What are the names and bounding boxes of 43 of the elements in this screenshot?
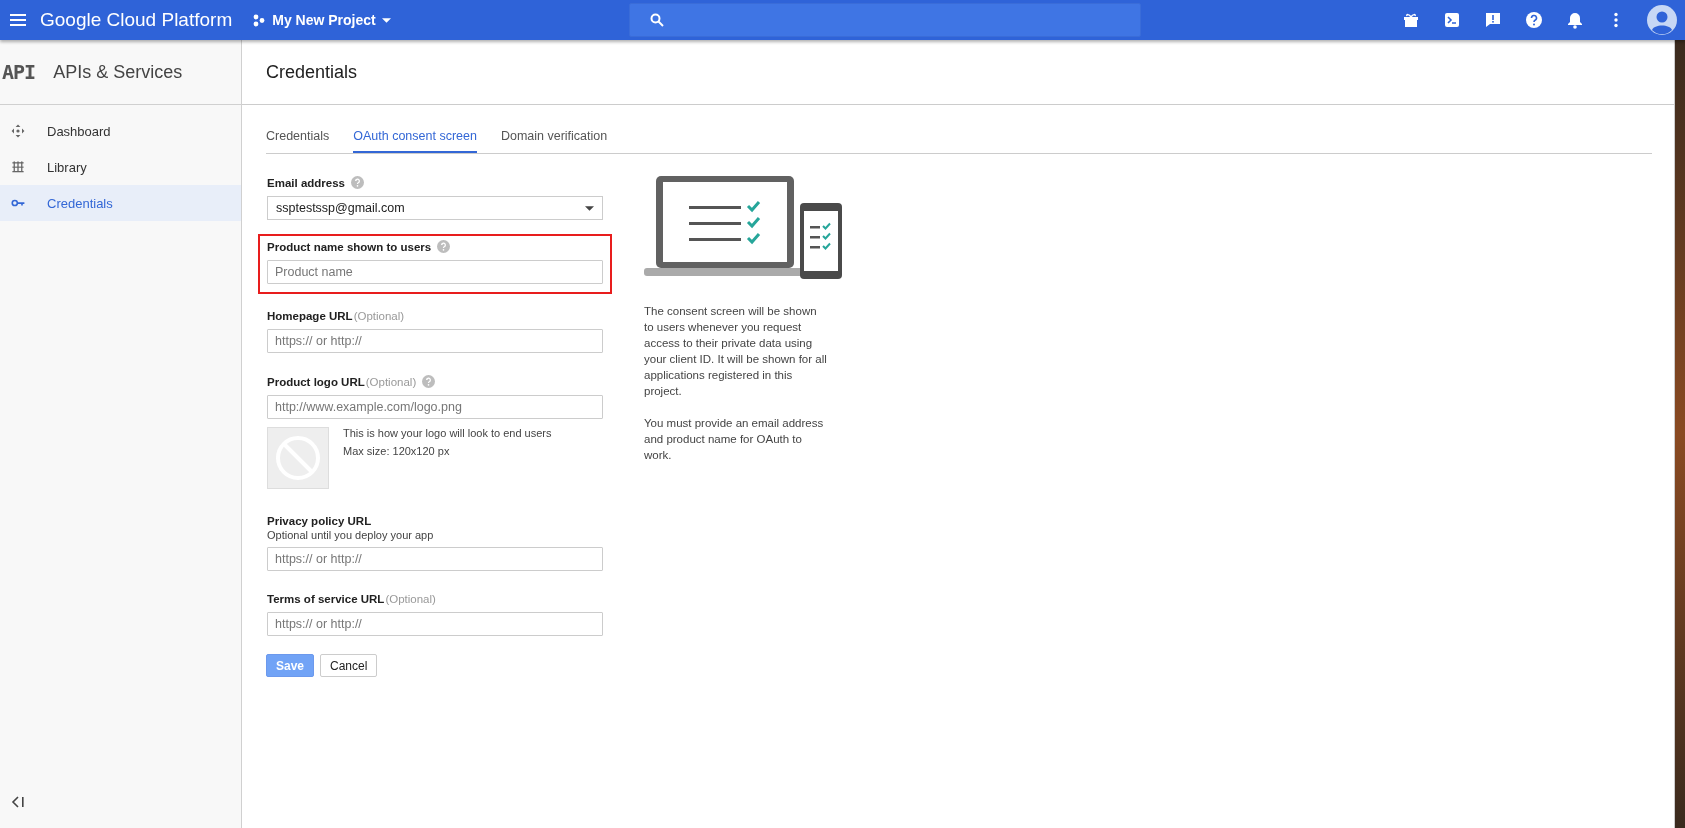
project-selector[interactable]: My New Project — [252, 12, 391, 28]
logo-preview-text: Max size: 120x120 px — [343, 444, 451, 459]
field-hint: Optional until you deploy your app — [267, 529, 435, 541]
tab[interactable]: Credentials — [266, 123, 330, 153]
avatar-icon[interactable] — [1647, 5, 1677, 35]
tab[interactable]: OAuth consent screen — [353, 123, 477, 153]
field-label: Product name shown to users — [267, 240, 432, 253]
cancel-button[interactable]: Cancel — [320, 654, 378, 677]
brand-title[interactable]: Google Cloud Platform — [40, 9, 233, 31]
input-field[interactable]: http://www.example.com/logo.png — [267, 395, 603, 419]
info-text: You must provide an email address and product name for OAuth to work. — [644, 416, 825, 463]
library-icon — [10, 159, 26, 175]
sidebar-item[interactable]: Dashboard — [0, 113, 241, 149]
project-dots-icon — [252, 13, 267, 27]
field-label: Terms of service URL(Optional) — [267, 593, 436, 605]
api-logo: API — [2, 60, 36, 84]
feedback-icon[interactable] — [1483, 10, 1503, 30]
info-text: The consent screen will be shown to users whenever you request access to their private data using your client ID. It will be shown for all applications registered in this project. — [644, 304, 828, 399]
sidebar-item[interactable]: Library — [0, 149, 241, 185]
field-label: Homepage URL(Optional) — [267, 310, 405, 322]
input-field[interactable]: https:// or http:// — [267, 612, 603, 636]
caret-icon — [381, 17, 391, 23]
sidebar-title: APIs & Services — [53, 61, 183, 83]
field-label: Product logo URL(Optional) — [267, 375, 417, 388]
email-dropdown[interactable]: ssptestssp@gmail.com — [267, 196, 603, 220]
bell-icon[interactable] — [1565, 10, 1585, 30]
search-icon — [649, 13, 664, 27]
sidebar-item[interactable]: Credentials — [0, 185, 241, 221]
logo-preview-text: This is how your logo will look to end users — [343, 426, 552, 441]
move-arrows-icon — [10, 123, 26, 139]
input-field[interactable]: Product name — [267, 260, 603, 284]
collapse-icon[interactable] — [11, 796, 25, 808]
help-icon[interactable] — [1524, 10, 1544, 30]
search-field[interactable] — [628, 3, 1141, 37]
field-label: Email address — [267, 176, 345, 189]
input-field[interactable]: https:// or http:// — [267, 547, 603, 571]
input-field[interactable]: https:// or http:// — [267, 329, 603, 353]
caret-icon — [585, 205, 594, 211]
terminal-icon[interactable] — [1442, 10, 1462, 30]
page-title: Credentials — [266, 61, 358, 83]
logo-placeholder-icon — [267, 427, 329, 489]
field-label: Privacy policy URL — [267, 515, 372, 527]
tab[interactable]: Domain verification — [500, 123, 608, 153]
